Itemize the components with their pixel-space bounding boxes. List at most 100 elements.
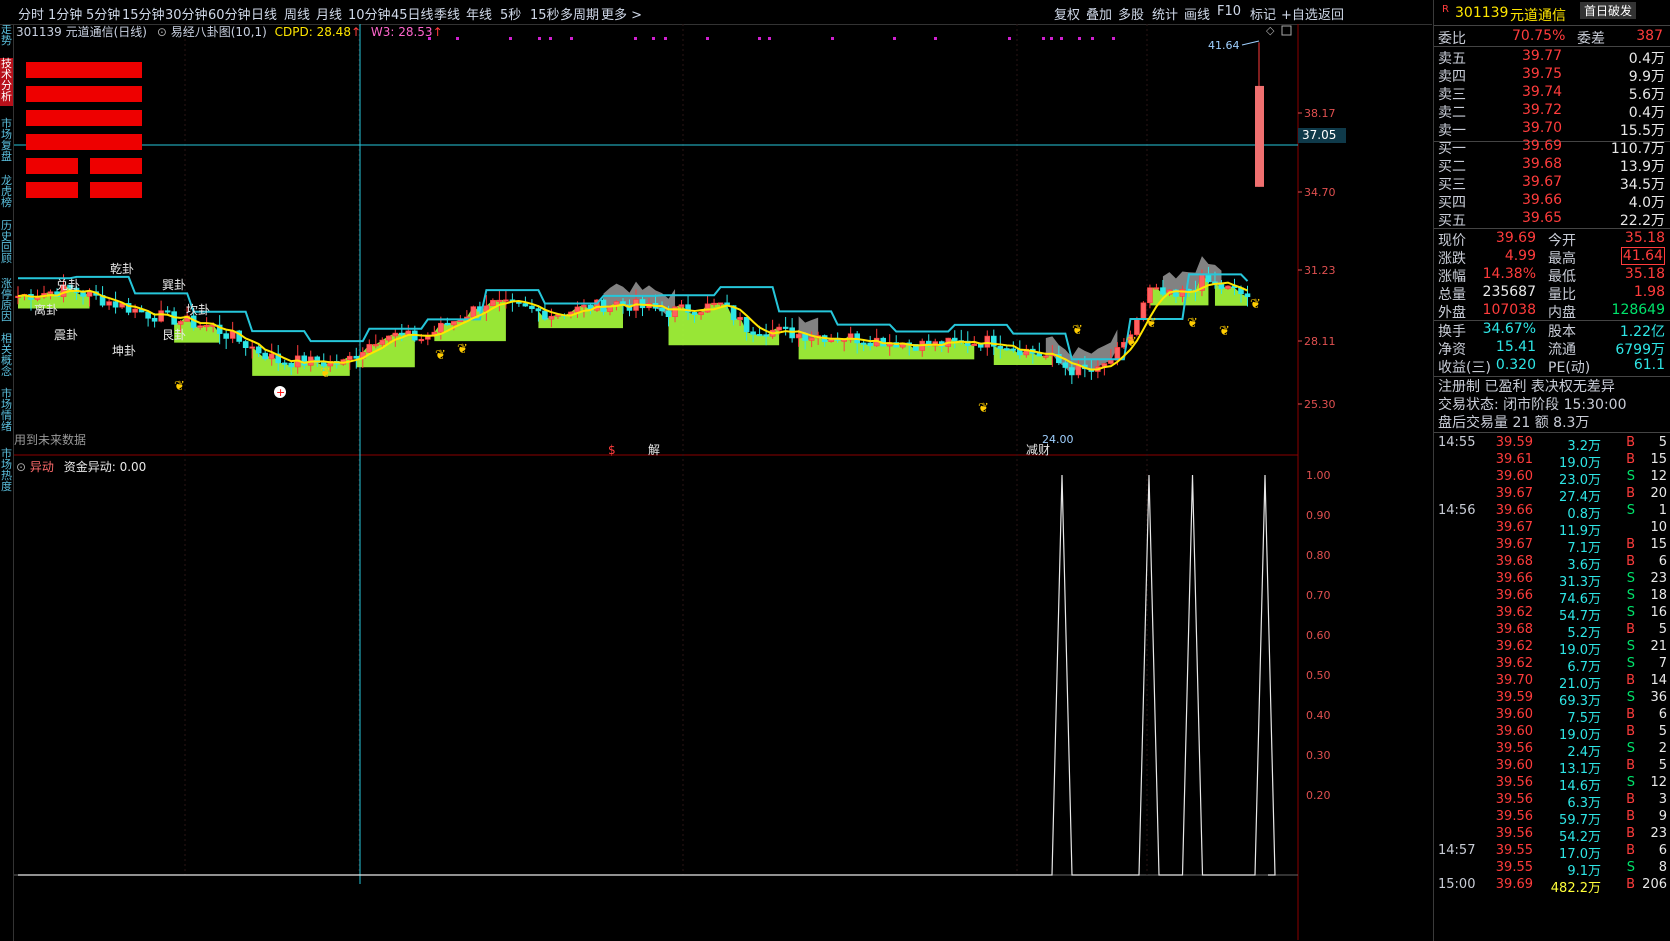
ask-row[interactable]: 卖一 39.70 15.5万	[1434, 119, 1670, 139]
left-tab[interactable]: 涨停原因	[0, 278, 13, 326]
toolbar-action-button[interactable]: 叠加	[1086, 4, 1112, 23]
window-icon	[1281, 25, 1292, 36]
stat-row: 净资 15.41 流通 6799万	[1438, 339, 1665, 358]
period-tab[interactable]: 月线	[316, 4, 342, 23]
period-tab[interactable]: 分时	[18, 4, 44, 23]
subchart-tick-label: 1.00	[1306, 469, 1331, 482]
future-data-note: 用到未来数据	[14, 433, 87, 447]
signal-dot	[831, 37, 834, 40]
collapse-icon[interactable]: ⊙	[16, 460, 26, 474]
period-tab[interactable]: 年线	[466, 4, 492, 23]
candle-body	[795, 333, 802, 339]
candle-body	[997, 346, 1004, 349]
period-tab[interactable]: 45日线	[391, 4, 434, 23]
collapse-icon[interactable]: ⊙	[157, 25, 167, 39]
signal-dot	[768, 37, 771, 40]
kline-chart[interactable]: 38.17 34.70 31.23 28.11 25.30 37.05 乾卦巽卦坎卦 兑卦离卦…	[14, 24, 1432, 940]
period-tab[interactable]: 5秒	[500, 4, 521, 23]
trigram-bar	[26, 86, 142, 102]
candle-body	[444, 322, 451, 326]
left-tab[interactable]: 市场热度	[0, 448, 13, 496]
ask-row[interactable]: 卖四 39.75 9.9万	[1434, 65, 1670, 85]
signal-dot	[893, 37, 896, 40]
toolbar-action-button[interactable]: 复权	[1054, 4, 1080, 23]
bid-row[interactable]: 买二 39.68 13.9万	[1434, 155, 1670, 175]
candle-body	[1010, 348, 1017, 351]
period-tab[interactable]: 15分钟	[122, 4, 165, 23]
candle-body	[971, 343, 978, 346]
stat-row: 换手 34.67% 股本 1.22亿	[1438, 321, 1665, 340]
trigram-bar	[26, 134, 142, 150]
period-tab[interactable]: 更多 >	[601, 4, 642, 23]
left-tab[interactable]: 市场复盘	[0, 118, 13, 166]
candle-body	[151, 317, 158, 322]
fund-anomaly-line	[18, 474, 1276, 876]
signal-dot	[1060, 37, 1063, 40]
chart-title: 301139 元道通信(日线)	[16, 25, 147, 39]
candle-body	[262, 352, 268, 360]
period-toolbar: 分时 1分钟 5分钟 15分钟 30分钟 60分钟 日线 周线 月线 10分钟 45日线 季线 年线 5秒…	[0, 0, 1432, 25]
candle-body	[496, 299, 503, 302]
signal-dot	[634, 37, 637, 40]
subchart-title[interactable]: 异动	[30, 460, 54, 474]
left-tab[interactable]: 龙虎榜	[0, 175, 13, 212]
toolbar-action-button[interactable]: 画线	[1184, 4, 1210, 23]
bid-row[interactable]: 买五 39.65 22.2万	[1434, 209, 1670, 229]
quote-panel: R 301139 元道通信 首日破发 委比 70.75% 委差 387 卖五 39…	[1433, 0, 1670, 941]
period-tab[interactable]: 30分钟	[165, 4, 208, 23]
period-tab[interactable]: 多周期	[560, 4, 599, 23]
candle-body	[80, 292, 86, 297]
trigram-bar	[26, 158, 78, 174]
status-badge: 首日破发	[1580, 2, 1637, 19]
ask-row[interactable]: 卖二 39.72 0.4万	[1434, 101, 1670, 121]
period-tab[interactable]: 10分钟	[348, 4, 391, 23]
period-tab[interactable]: 1分钟	[48, 4, 82, 23]
candle-body	[372, 344, 379, 347]
toolbar-action-button[interactable]: 统计	[1152, 4, 1178, 23]
toolbar-action-button[interactable]: +自选	[1281, 4, 1318, 23]
ask-row[interactable]: 卖三 39.74 5.6万	[1434, 83, 1670, 103]
indicator-name[interactable]: 易经八卦图(10,1)	[171, 25, 267, 39]
signal-dot	[1091, 37, 1094, 40]
butterfly-icon: ❦	[1250, 297, 1261, 312]
subchart-tick-label: 0.30	[1306, 749, 1331, 762]
candle-body	[418, 339, 425, 342]
up-arrow-icon: ↑	[432, 25, 443, 39]
candle-body	[177, 321, 184, 325]
candle-body	[678, 304, 685, 308]
left-tab[interactable]: 相关概念	[0, 333, 13, 381]
period-tab[interactable]: 季线	[434, 4, 460, 23]
toolbar-action-button[interactable]: F10	[1217, 4, 1241, 19]
toolbar-action-button[interactable]: 返回	[1318, 4, 1344, 23]
candle-body	[763, 334, 769, 337]
toolbar-action-button[interactable]: 标记	[1250, 4, 1276, 23]
gua-label: 坤卦	[112, 343, 136, 358]
gua-label: 离卦	[34, 302, 58, 317]
candle-body	[522, 303, 529, 307]
gua-label: 坎卦	[186, 303, 210, 317]
tick-row: 39.62 54.7万 S 16	[1495, 605, 1667, 624]
tick-row: 14:56 39.66 0.8万 S 1	[1438, 503, 1667, 522]
bid-row[interactable]: 买四 39.66 4.0万	[1434, 191, 1670, 211]
toolbar-action-button[interactable]: 多股	[1118, 4, 1144, 23]
period-tab[interactable]: 60分钟	[208, 4, 251, 23]
period-tab[interactable]: 日线	[251, 4, 277, 23]
butterfly-icon: ❦	[174, 379, 185, 394]
tick-row: 39.56 2.4万 S 2	[1495, 741, 1667, 760]
candle-body	[106, 301, 112, 306]
tick-row: 39.66 74.6万 S 18	[1495, 588, 1667, 607]
left-tab[interactable]: 历史回顾	[0, 220, 13, 268]
tick-row: 39.67 7.1万 B 15	[1495, 537, 1667, 556]
left-tab[interactable]: 技术分析	[0, 58, 13, 106]
left-tab[interactable]: 市场情绪	[0, 388, 13, 436]
tick-row: 39.56 59.7万 B 9	[1495, 809, 1667, 828]
period-tab[interactable]: 15秒	[530, 4, 560, 23]
bid-row[interactable]: 买三 39.67 34.5万	[1434, 173, 1670, 193]
candle-body	[249, 346, 255, 349]
period-tab[interactable]: 5分钟	[86, 4, 120, 23]
ask-row[interactable]: 卖五 39.77 0.4万	[1434, 47, 1670, 67]
candle-body	[867, 342, 873, 347]
price-tick-label: 28.11	[1304, 335, 1336, 348]
bid-row[interactable]: 买一 39.69 110.7万	[1434, 137, 1670, 157]
period-tab[interactable]: 周线	[284, 4, 310, 23]
